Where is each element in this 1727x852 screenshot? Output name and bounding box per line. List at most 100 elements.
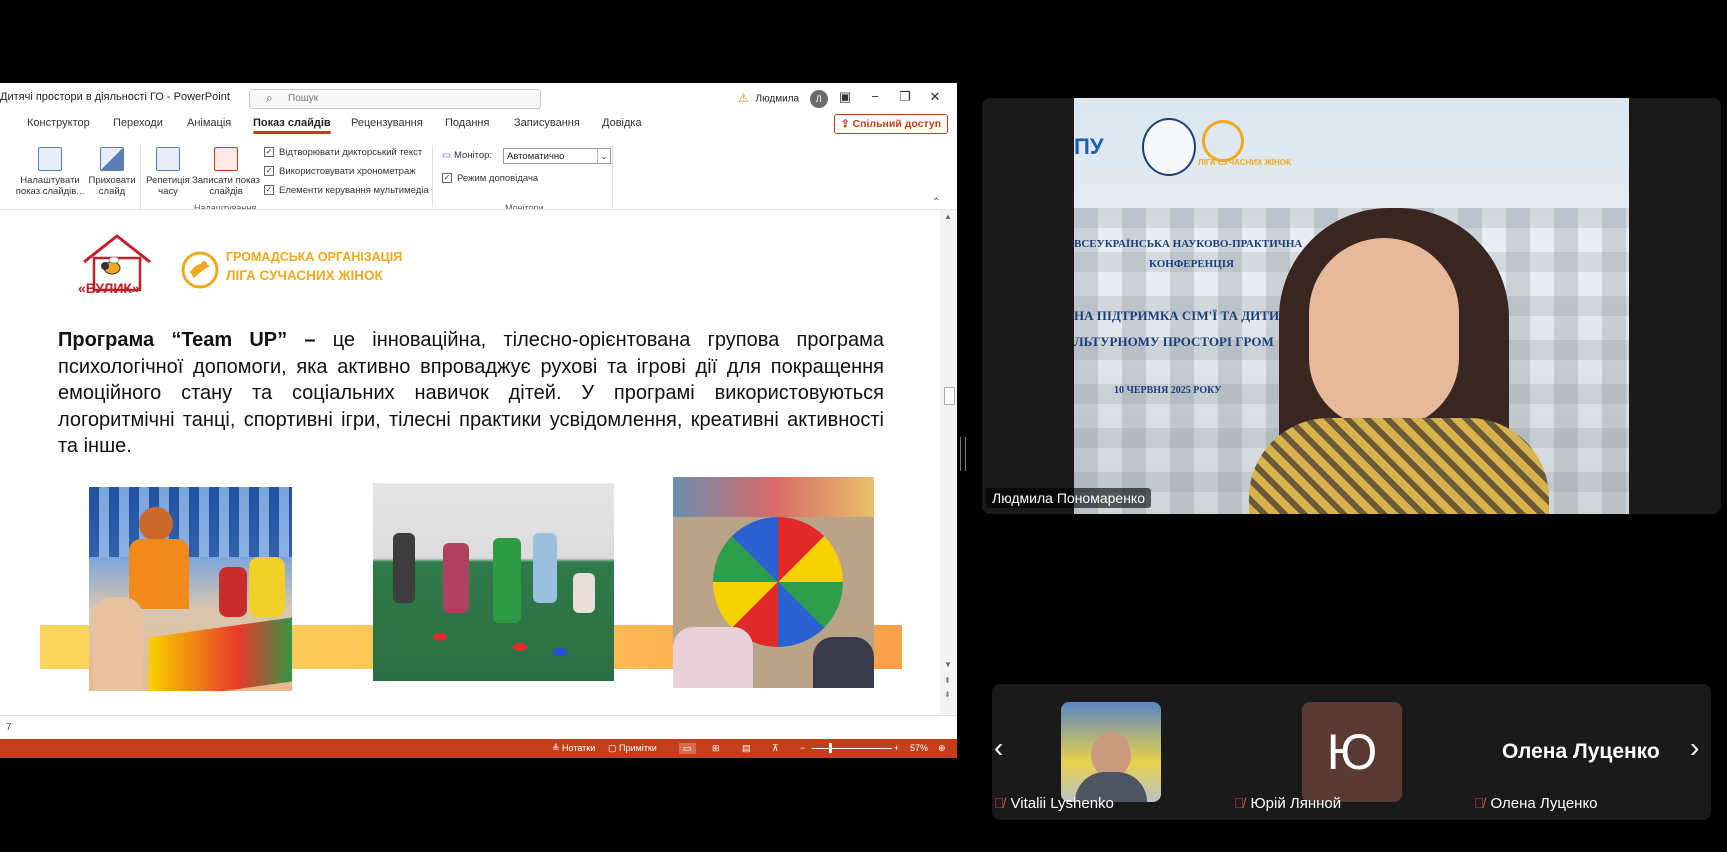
scroll-down-icon[interactable]: ▼ [944, 660, 952, 669]
timings-checkbox[interactable]: ✓ Використовувати хронометраж [264, 166, 416, 177]
participant-tile-vitalii[interactable] [1061, 702, 1161, 802]
ribbon-separator [432, 145, 433, 207]
timings-label: Використовувати хронометраж [279, 166, 416, 177]
university-emblem-icon [1142, 118, 1196, 176]
ribbon-display-icon[interactable]: ▣ [834, 87, 856, 107]
liga-line2: ЛІГА СУЧАСНИХ ЖІНОК [226, 268, 383, 283]
photo-children-parachute-circle [673, 477, 874, 688]
monitor-label: ▭ Монітор: [442, 150, 493, 161]
tab-design[interactable]: Конструктор [27, 117, 90, 129]
participants-strip: ‹ › 🎙̸ Vitalii Lyshenko Ю 🎙̸ Юрій Лянной О… [992, 684, 1711, 820]
bg-line-4: ЛЬТУРНОМУ ПРОСТОРІ ГРОМ [1074, 334, 1274, 349]
pane-splitter-handle[interactable] [960, 437, 966, 471]
bg-line-5: 10 ЧЕРВНЯ 2025 РОКУ [1114, 385, 1222, 396]
powerpoint-window: Дитячі простори в діяльності ГО - PowerP… [0, 83, 957, 758]
previous-page-icon[interactable]: ‹ [994, 732, 1003, 764]
close-icon[interactable]: ✕ [924, 87, 946, 107]
previous-slide-icon[interactable]: ⇞ [944, 676, 951, 685]
liga-emblem-icon [181, 251, 219, 289]
media-controls-label: Елементи керування мультимедіа [279, 185, 429, 196]
tab-record[interactable]: Записування [514, 117, 580, 129]
normal-view-icon[interactable]: ▭ [679, 743, 696, 754]
tab-review[interactable]: Рецензування [351, 117, 423, 129]
slideshow-icon[interactable]: ⊼ [772, 743, 779, 754]
search-icon: ⌕ [266, 91, 273, 105]
search-input[interactable]: ⌕ Пошук [249, 89, 541, 109]
presenter-view-label: Режим доповідача [457, 173, 539, 184]
rehearse-timings-label: Репетиція часу [146, 175, 190, 197]
minimize-icon[interactable]: − [864, 87, 886, 107]
maximize-icon[interactable]: ❐ [894, 87, 916, 107]
reading-view-icon[interactable]: ▤ [742, 743, 751, 754]
liga-emblem-icon [1202, 120, 1244, 162]
participant-initial: Ю [1326, 724, 1378, 780]
zoom-slider-thumb[interactable] [829, 743, 832, 753]
zoom-level[interactable]: 57% [910, 743, 928, 753]
photo-children-circle-play [373, 483, 614, 681]
participant-tile-yuriy[interactable]: Ю [1302, 702, 1402, 802]
active-speaker-video[interactable]: ПУ ЛІГА СУЧАСНИХ ЖІНОК ВСЕУКРАЇНСЬКА НАУ… [982, 98, 1721, 514]
fit-slide-icon[interactable]: ⊕ [938, 743, 946, 754]
monitor-select-value: Автоматично [507, 151, 565, 162]
monitor-select[interactable]: Автоматично ⌄ [503, 148, 611, 164]
presenter-view-checkbox[interactable]: ✓ Режим доповідача [442, 173, 538, 184]
mic-muted-icon: 🎙̸ [1234, 795, 1245, 811]
tab-transitions[interactable]: Переходи [113, 117, 163, 129]
program-title: Програма “Team UP” – [58, 329, 316, 351]
bg-line-3: НА ПІДТРИМКА СІМ'Ї ТА ДИТИН [1074, 308, 1290, 323]
next-slide-icon[interactable]: ⇟ [944, 690, 951, 699]
mic-muted-icon: 🎙̸ [1474, 795, 1485, 811]
slide-canvas[interactable]: «ВУЛИК» ГРОМАДСЬКА ОРГАНІЗАЦІЯ ЛІГА СУЧА… [0, 210, 940, 714]
window-title: Дитячі простори в діяльності ГО - PowerP… [0, 91, 230, 103]
media-controls-checkbox[interactable]: ✓ Елементи керування мультимедіа [264, 185, 429, 196]
next-page-icon[interactable]: › [1690, 732, 1699, 764]
video-logo-text: ЛІГА СУЧАСНИХ ЖІНОК [1198, 158, 1291, 167]
zoom-out-icon[interactable]: − [800, 743, 805, 753]
avatar: Л [809, 90, 828, 108]
participant-name-vitalii: 🎙̸ Vitalii Lyshenko [994, 795, 1114, 812]
hide-slide-label: Приховати слайд [88, 175, 136, 197]
participant-tile-olena[interactable]: Олена Луценко [1502, 740, 1660, 764]
zoom-in-icon[interactable]: + [894, 743, 899, 753]
search-placeholder: Пошук [288, 93, 319, 104]
setup-slideshow-icon [38, 147, 62, 171]
notes-button[interactable]: ≜ Нотатки [552, 743, 595, 754]
ribbon-separator [612, 145, 613, 207]
tab-slideshow[interactable]: Показ слайдів [253, 117, 331, 134]
title-bar: Дитячі простори в діяльності ГО - PowerP… [0, 83, 957, 111]
speaker-clothing [1249, 418, 1549, 514]
setup-slideshow-label: Налаштувати показ слайдів... [15, 175, 85, 197]
vulik-text: «ВУЛИК» [78, 280, 140, 296]
user-name: Людмила [755, 93, 800, 105]
tab-help[interactable]: Довідка [602, 117, 642, 129]
collapse-ribbon-icon[interactable]: ⌃ [932, 197, 940, 208]
scrollbar-thumb[interactable] [944, 387, 955, 405]
participant-name-yuriy: 🎙̸ Юрій Лянной [1234, 795, 1342, 812]
warning-icon: ⚠ [738, 90, 749, 105]
setup-slideshow-button[interactable]: Налаштувати показ слайдів... [14, 147, 86, 197]
notes-pane[interactable]: 7 [0, 715, 957, 740]
scroll-up-icon[interactable]: ▲ [944, 212, 952, 221]
chevron-down-icon: ⌄ [597, 149, 610, 163]
stopwatch-icon [156, 147, 180, 171]
ribbon-tabs: Конструктор Переходи Анімація Показ слай… [0, 111, 957, 135]
tab-view[interactable]: Подання [445, 117, 489, 129]
slide-number: 7 [6, 722, 12, 733]
mic-muted-icon: 🎙̸ [994, 795, 1005, 811]
tab-animations[interactable]: Анімація [187, 117, 231, 129]
liga-line1: ГРОМАДСЬКА ОРГАНІЗАЦІЯ [226, 250, 403, 264]
share-button[interactable]: ⇪ Спільний доступ [834, 114, 948, 134]
record-slideshow-button[interactable]: Записати показ слайдів [192, 147, 260, 197]
narration-checkbox[interactable]: ✓ Відтворювати дикторський текст [264, 147, 422, 158]
speaker-video-frame: ПУ ЛІГА СУЧАСНИХ ЖІНОК ВСЕУКРАЇНСЬКА НАУ… [1074, 98, 1629, 514]
hide-slide-icon [100, 147, 124, 171]
share-label: Спільний доступ [852, 118, 942, 130]
record-icon [214, 147, 238, 171]
user-account[interactable]: ⚠ Людмила Л [738, 90, 828, 108]
rehearse-timings-button[interactable]: Репетиція часу [142, 147, 194, 197]
slide-sorter-icon[interactable]: ⊞ [712, 743, 720, 754]
vertical-scrollbar[interactable]: ▲ ▼ ⇞ ⇟ [940, 210, 957, 714]
comments-button[interactable]: ▢ Примітки [608, 743, 657, 754]
hide-slide-button[interactable]: Приховати слайд [86, 147, 138, 197]
zoom-slider[interactable] [812, 748, 892, 749]
